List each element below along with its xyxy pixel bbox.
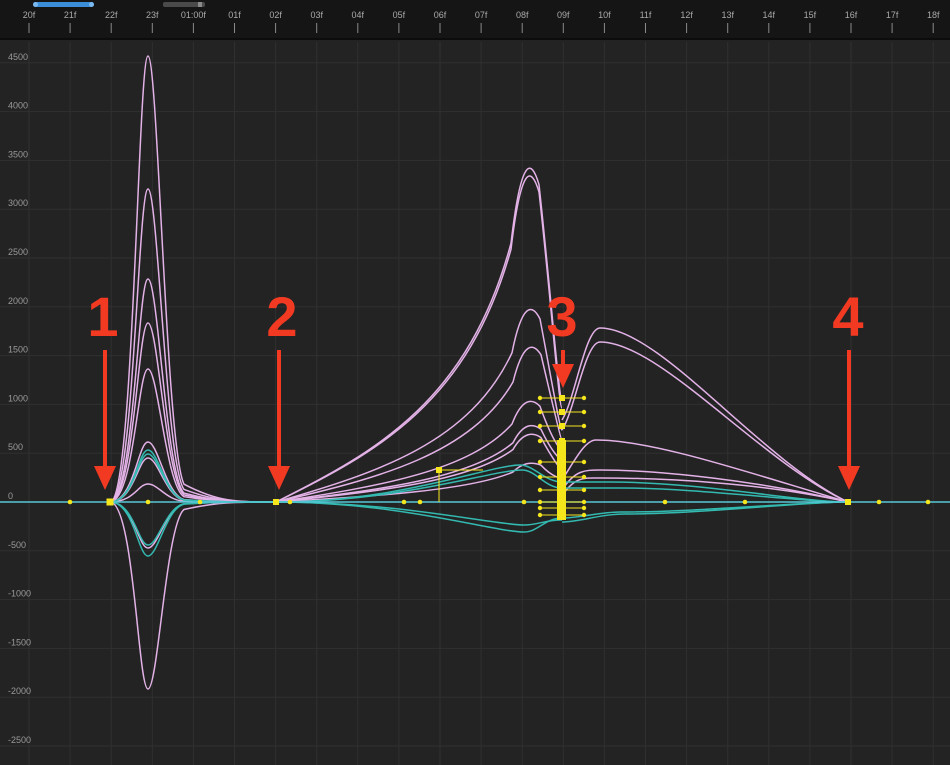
bezier-handle-point[interactable] [145, 499, 151, 505]
frame-label: 18f [927, 10, 940, 20]
bezier-handle-point[interactable] [662, 499, 668, 505]
y-axis-label: 500 [8, 442, 23, 452]
y-axis-label: -1500 [8, 637, 31, 647]
y-axis-label: -500 [8, 540, 26, 550]
bezier-handle-point[interactable] [925, 499, 931, 505]
y-axis-label: -1000 [8, 589, 31, 599]
frame-label: 20f [23, 10, 36, 20]
bezier-handle-point[interactable] [581, 438, 587, 444]
bezier-handle-point[interactable] [537, 423, 543, 429]
bezier-handle-point[interactable] [537, 512, 543, 518]
graph-canvas[interactable]: 4500 4000 3500 3000 2500 2000 1500 1000 500 0 -500… [0, 42, 950, 765]
bezier-handle-point[interactable] [581, 423, 587, 429]
frame-label: 23f [146, 10, 159, 20]
frame-label: 14f [763, 10, 776, 20]
y-axis-label: 3000 [8, 198, 28, 208]
bezier-handle-point[interactable] [537, 459, 543, 465]
bezier-handle-point[interactable] [581, 487, 587, 493]
frame-label: 01:00f [181, 10, 207, 20]
bezier-handle-point[interactable] [537, 505, 543, 511]
y-axis-label: -2000 [8, 686, 31, 696]
bezier-handle-point[interactable] [581, 459, 587, 465]
bezier-handle-point[interactable] [876, 499, 882, 505]
y-axis-label: 1500 [8, 345, 28, 355]
y-axis-label: 4000 [8, 101, 28, 111]
graph-editor[interactable]: 4500 4000 3500 3000 2500 2000 1500 1000 500 0 -500… [0, 42, 950, 765]
bezier-handle-point[interactable] [521, 499, 527, 505]
frame-label: 22f [105, 10, 118, 20]
y-axis-label: 1000 [8, 393, 28, 403]
frame-label: 09f [557, 10, 570, 20]
frame-label: 06f [434, 10, 447, 20]
keyframe[interactable] [845, 499, 851, 505]
bezier-handle-point[interactable] [581, 474, 587, 480]
frame-label: 05f [393, 10, 406, 20]
bezier-handle-point[interactable] [581, 505, 587, 511]
frame-label: 13f [721, 10, 734, 20]
bezier-handle-point[interactable] [197, 499, 203, 505]
annotation-number: 1 [87, 285, 118, 348]
bezier-handle-point[interactable] [537, 474, 543, 480]
y-axis-label: 0 [8, 491, 13, 501]
bezier-handle-point[interactable] [537, 438, 543, 444]
y-axis-label: 2000 [8, 296, 28, 306]
frame-label: 21f [64, 10, 77, 20]
timeline-ruler[interactable]: 20f 21f 22f 23f 01:00f 01f 02f 03f 04f 05f 06f 07f 0… [0, 0, 950, 40]
bezier-handle-point[interactable] [581, 395, 587, 401]
bezier-handle-point[interactable] [537, 409, 543, 415]
annotation-number: 2 [266, 285, 297, 348]
frame-label: 04f [352, 10, 365, 20]
bezier-handle-point[interactable] [287, 499, 293, 505]
annotation-number: 4 [832, 285, 863, 348]
y-axis-label: 2500 [8, 247, 28, 257]
bezier-handle-point[interactable] [581, 409, 587, 415]
y-axis-label: 3500 [8, 149, 28, 159]
frame-label: 15f [804, 10, 817, 20]
frame-label: 01f [228, 10, 241, 20]
frame-label: 12f [680, 10, 693, 20]
bezier-handle-point[interactable] [742, 499, 748, 505]
keyframe[interactable] [106, 498, 114, 506]
bezier-handle-point[interactable] [537, 395, 543, 401]
bezier-handle-point[interactable] [537, 499, 543, 505]
bezier-handle-point[interactable] [537, 487, 543, 493]
frame-ticks: 20f 21f 22f 23f 01:00f 01f 02f 03f 04f 05f 06f 07f 0… [23, 10, 940, 33]
frame-label: 10f [598, 10, 611, 20]
ruler-border [0, 38, 950, 40]
y-axis-label: 4500 [8, 52, 28, 62]
bezier-handle-point[interactable] [581, 499, 587, 505]
bezier-handle-point[interactable] [581, 512, 587, 518]
frame-label: 02f [269, 10, 282, 20]
frame-label: 16f [845, 10, 858, 20]
frame-label: 03f [310, 10, 323, 20]
y-axis-labels: 4500 4000 3500 3000 2500 2000 1500 1000 500 0 -500… [8, 52, 31, 745]
annotation-number: 3 [546, 285, 577, 348]
bezier-handle-point[interactable] [401, 499, 407, 505]
bezier-handle-point[interactable] [67, 499, 73, 505]
frame-label: 17f [886, 10, 899, 20]
y-axis-label: -2500 [8, 735, 31, 745]
keyframe[interactable] [273, 499, 279, 505]
frame-label: 07f [475, 10, 488, 20]
bezier-handle-point[interactable] [417, 499, 423, 505]
frame-label: 08f [516, 10, 529, 20]
frame-label: 11f [640, 10, 652, 20]
